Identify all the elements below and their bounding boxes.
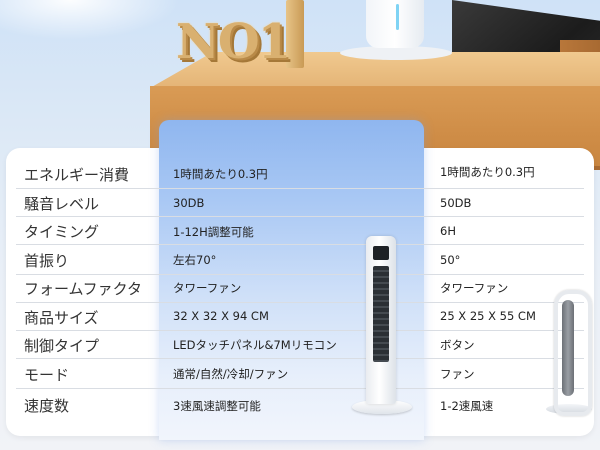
- product-b-value: 1-2速風速: [440, 399, 494, 413]
- row-label: エネルギー消費: [24, 166, 130, 184]
- row-divider: [16, 274, 584, 275]
- product-a-value: 32 X 32 X 94 CM: [173, 309, 269, 323]
- fan-display: [373, 246, 389, 260]
- product-a-value: 通常/自然/冷却/ファン: [173, 367, 289, 381]
- row-divider: [16, 358, 584, 359]
- humidifier-image: [366, 0, 424, 48]
- fan-frame: [554, 290, 592, 416]
- row-divider: [16, 302, 584, 303]
- light-glow: [0, 0, 180, 40]
- product-a-value: 左右70°: [173, 253, 217, 267]
- row-label: 制御タイプ: [24, 337, 100, 355]
- row-label: 騒音レベル: [24, 195, 100, 213]
- row-label: 首振り: [24, 252, 70, 270]
- row-label: モード: [24, 366, 70, 384]
- product-b-value: 25 X 25 X 55 CM: [440, 309, 536, 323]
- row-divider: [16, 388, 584, 389]
- comparison-scene: NO1 エネルギー消費 1時間あたり0.3円 1時間あたり0.3円 騒音レベル …: [0, 0, 600, 450]
- product-b-value: ボタン: [440, 338, 475, 352]
- row-label: タイミング: [24, 223, 100, 241]
- product-b-value: 1時間あたり0.3円: [440, 165, 535, 179]
- humidifier-light: [396, 4, 399, 30]
- humidifier-base: [340, 46, 452, 60]
- row-label: フォームファクタ: [24, 280, 143, 298]
- no1-logo: NO1: [176, 14, 291, 70]
- row-divider: [16, 330, 584, 331]
- product-b-value: ファン: [440, 367, 475, 381]
- row-divider: [16, 188, 584, 189]
- product-a-value: 1時間あたり0.3円: [173, 167, 268, 181]
- product-a-value: タワーファン: [173, 281, 242, 295]
- product-a-value: LEDタッチパネル&7Mリモコン: [173, 338, 337, 352]
- row-label: 速度数: [24, 397, 70, 415]
- product-a-value: 30DB: [173, 196, 205, 210]
- row-label: 商品サイズ: [24, 309, 99, 327]
- product-a-value: 1-12H調整可能: [173, 225, 254, 239]
- product-b-value: タワーファン: [440, 281, 509, 295]
- row-divider: [16, 244, 584, 245]
- product-a-value: 3速風速調整可能: [173, 399, 261, 413]
- fan-grill: [373, 266, 389, 362]
- product-b-value: 50DB: [440, 196, 472, 210]
- product-b-value: 6H: [440, 224, 456, 238]
- product-b-value: 50°: [440, 253, 461, 267]
- row-divider: [16, 216, 584, 217]
